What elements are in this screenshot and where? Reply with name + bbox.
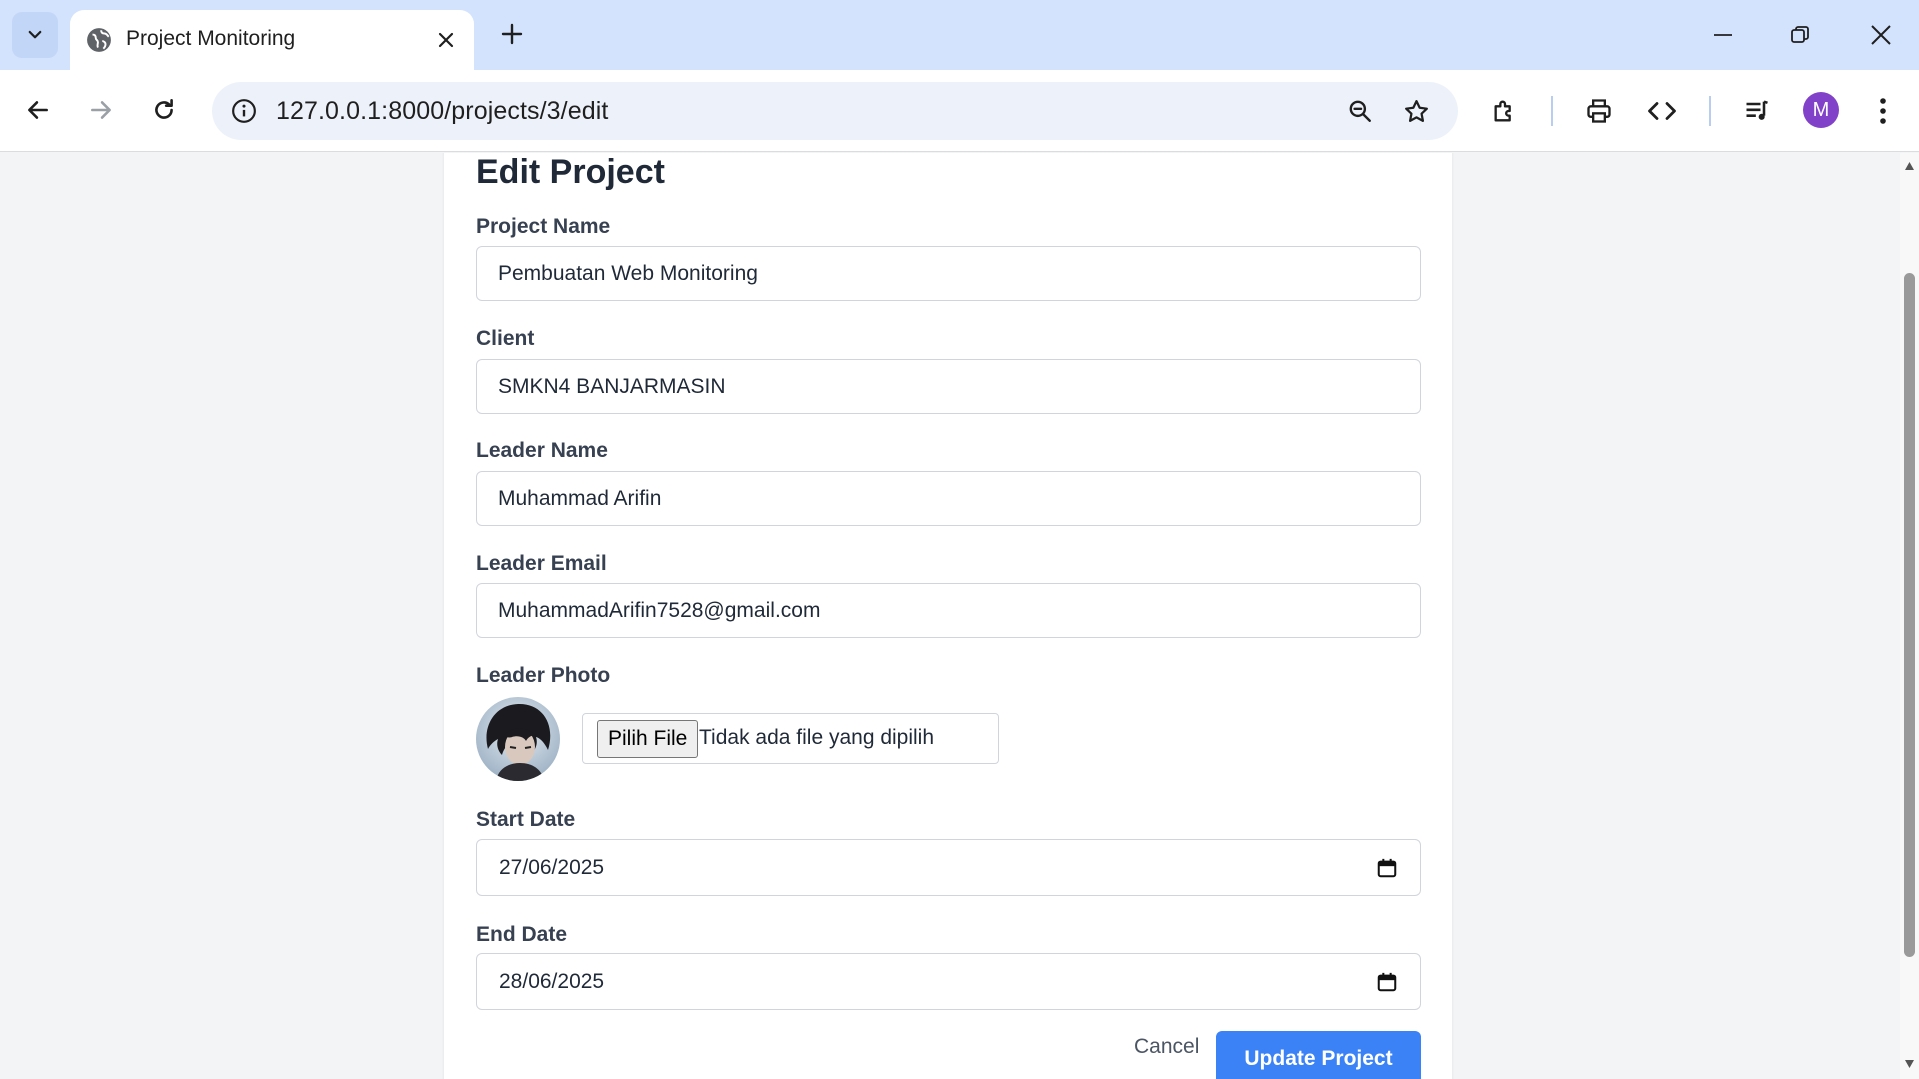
forward-button[interactable] <box>81 90 121 130</box>
choose-file-button[interactable]: Pilih File <box>597 720 699 758</box>
leader-photo-file-input[interactable]: Pilih File Tidak ada file yang dipilih <box>582 713 999 764</box>
file-status-text: Tidak ada file yang dipilih <box>699 726 935 749</box>
close-tab-button[interactable] <box>432 26 460 54</box>
window-close-icon <box>1871 25 1891 45</box>
print-icon <box>1587 99 1611 123</box>
leader-email-label: Leader Email <box>476 552 607 575</box>
profile-avatar[interactable]: M <box>1803 92 1839 128</box>
extensions-icon <box>1494 100 1511 122</box>
page-title: Edit Project <box>476 153 665 191</box>
start-date-input[interactable]: 27/06/2025 <box>476 839 1421 896</box>
leader-name-input[interactable]: Muhammad Arifin <box>476 471 1421 526</box>
scroll-down-arrow-icon[interactable] <box>1904 1059 1915 1069</box>
back-button[interactable] <box>18 90 58 130</box>
globe-icon <box>87 28 111 52</box>
update-project-button[interactable]: Update Project <box>1216 1031 1421 1079</box>
end-date-value: 28/06/2025 <box>499 969 605 993</box>
leader-email-input[interactable]: MuhammadArifin7528@gmail.com <box>476 583 1421 638</box>
scrollbar-thumb[interactable] <box>1904 273 1915 957</box>
tab-search-button[interactable] <box>12 12 58 58</box>
plus-icon <box>501 23 523 45</box>
reload-icon <box>155 98 173 119</box>
address-bar[interactable]: 127.0.0.1:8000/projects/3/edit <box>212 82 1458 140</box>
forward-icon <box>91 101 111 119</box>
browser-toolbar: 127.0.0.1:8000/projects/3/edit M <box>0 70 1919 152</box>
leader-photo-label: Leader Photo <box>476 664 611 687</box>
minimize-button[interactable] <box>1702 14 1744 56</box>
chevron-down-icon <box>28 30 42 39</box>
zoom-button[interactable] <box>1342 93 1378 129</box>
media-queue-icon <box>1746 100 1768 120</box>
extensions-button[interactable] <box>1484 90 1526 132</box>
more-vert-icon <box>1880 98 1886 124</box>
calendar-icon[interactable] <box>1376 971 1398 993</box>
page-scrollbar[interactable] <box>1900 153 1919 1079</box>
restore-button[interactable] <box>1779 14 1821 56</box>
calendar-icon[interactable] <box>1376 857 1398 879</box>
site-info-icon <box>232 99 256 123</box>
new-tab-button[interactable] <box>494 16 530 52</box>
toolbar-separator <box>1709 96 1711 126</box>
start-date-label: Start Date <box>476 808 576 831</box>
star-icon <box>1404 99 1428 122</box>
bookmark-button[interactable] <box>1398 93 1434 129</box>
reload-button[interactable] <box>144 90 184 130</box>
page-viewport: Edit Project Project Name Pembuatan Web … <box>0 153 1900 1079</box>
media-controls-button[interactable] <box>1736 90 1778 132</box>
browser-menu-button[interactable] <box>1862 90 1904 132</box>
leader-name-label: Leader Name <box>476 439 608 462</box>
back-icon <box>28 101 48 119</box>
client-label: Client <box>476 327 535 350</box>
minimize-icon <box>1714 34 1732 36</box>
leader-photo-preview <box>476 697 560 781</box>
active-tab[interactable]: Project Monitoring <box>70 10 474 70</box>
project-name-label: Project Name <box>476 215 611 238</box>
url-text[interactable]: 127.0.0.1:8000/projects/3/edit <box>276 97 608 126</box>
zoom-icon <box>1349 100 1371 122</box>
devtools-button[interactable] <box>1641 90 1683 132</box>
start-date-value: 27/06/2025 <box>499 855 605 879</box>
restore-icon <box>1791 26 1809 43</box>
scroll-up-arrow-icon[interactable] <box>1904 161 1915 171</box>
close-window-button[interactable] <box>1860 14 1902 56</box>
tab-title: Project Monitoring <box>126 27 296 50</box>
toolbar-separator <box>1551 96 1553 126</box>
client-input[interactable]: SMKN4 BANJARMASIN <box>476 359 1421 414</box>
print-button[interactable] <box>1578 90 1620 132</box>
project-name-input[interactable]: Pembuatan Web Monitoring <box>476 246 1421 301</box>
end-date-label: End Date <box>476 923 568 946</box>
code-icon <box>1648 102 1676 120</box>
cancel-link[interactable]: Cancel <box>1134 1035 1199 1059</box>
tab-strip: Project Monitoring <box>0 0 1919 70</box>
close-icon <box>438 32 454 48</box>
site-info-button[interactable] <box>226 93 262 129</box>
end-date-input[interactable]: 28/06/2025 <box>476 953 1421 1010</box>
